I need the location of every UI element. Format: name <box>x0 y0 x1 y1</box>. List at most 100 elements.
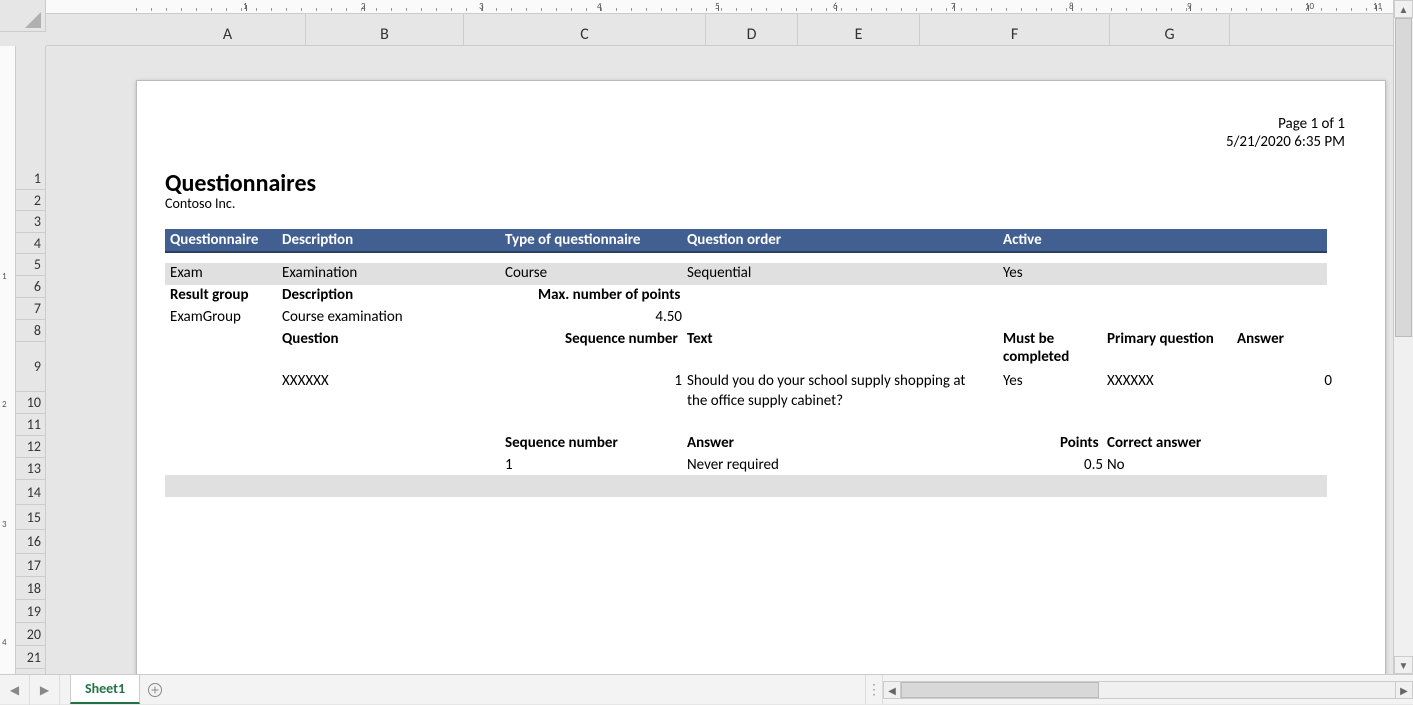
select-all-corner[interactable] <box>0 0 46 32</box>
column-header-G[interactable]: G <box>1110 14 1230 46</box>
column-header-F[interactable]: F <box>920 14 1110 46</box>
sheet-tab-bar: ◀ ▶ Sheet1 ⋮ ◀ ▶ <box>0 674 1413 704</box>
val-type: Course <box>505 264 547 282</box>
row-header-10[interactable]: 10 <box>16 392 45 414</box>
column-header-A[interactable]: A <box>150 14 306 46</box>
row-header-3[interactable]: 3 <box>16 211 45 233</box>
hdr-ans-seq: Sequence number <box>505 434 618 452</box>
scroll-down-button[interactable]: ▼ <box>1394 656 1413 674</box>
row-header-6[interactable]: 6 <box>16 276 45 298</box>
hdr-answer: Answer <box>1237 330 1284 348</box>
hdr-maxpoints: Max. number of points <box>538 286 680 304</box>
val-question: XXXXXX <box>282 372 329 390</box>
val-ans-points: 0.5 <box>1003 456 1103 474</box>
val-order: Sequential <box>687 264 751 282</box>
row-header-1[interactable]: 1 <box>16 168 45 190</box>
tab-split-handle[interactable]: ⋮ <box>865 675 883 704</box>
val-seqnum: 1 <box>565 372 682 390</box>
row-header-18[interactable]: 18 <box>16 577 45 600</box>
val-ans-answer: Never required <box>687 456 779 474</box>
row-header-21[interactable]: 21 <box>16 646 45 669</box>
val-ans-seq: 1 <box>505 456 513 474</box>
val-active: Yes <box>1003 264 1023 282</box>
add-sheet-button[interactable] <box>140 675 170 704</box>
row-header-13[interactable]: 13 <box>16 458 45 480</box>
tab-nav-prev[interactable]: ◀ <box>0 675 30 705</box>
report-company: Contoso Inc. <box>165 195 235 212</box>
val-answer: 0 <box>1237 372 1332 390</box>
row-headers: 12345678910111213141516171819202122 <box>16 46 46 674</box>
vertical-ruler: 1 2 3 4 <box>0 46 16 674</box>
plus-circle-icon <box>147 682 163 698</box>
footer-grey-row <box>165 475 1327 497</box>
hdr-result-description: Description <box>282 286 353 304</box>
val-primary: XXXXXX <box>1107 372 1154 390</box>
val-description: Examination <box>282 264 357 282</box>
hdr-ans-points: Points <box>1060 434 1099 452</box>
hdr-questionnaire: Questionnaire <box>170 231 258 249</box>
hdr-description: Description <box>282 231 353 249</box>
vruler-number: 3 <box>2 519 7 530</box>
val-result-group: ExamGroup <box>170 308 241 326</box>
hdr-order: Question order <box>687 231 781 249</box>
hdr-primary: Primary question <box>1107 330 1214 348</box>
row-header-7[interactable]: 7 <box>16 298 45 320</box>
row-header-15[interactable]: 15 <box>16 505 45 530</box>
tab-nav-next[interactable]: ▶ <box>30 675 60 705</box>
hscroll-track[interactable] <box>901 681 1395 699</box>
val-maxpoints: 4.50 <box>538 308 682 326</box>
column-header-E[interactable]: E <box>798 14 920 46</box>
row-header-19[interactable]: 19 <box>16 600 45 623</box>
vscroll-track[interactable] <box>1394 18 1413 656</box>
horizontal-ruler: 1234567891011 <box>46 0 1393 14</box>
hdr-active: Active <box>1003 231 1042 249</box>
hdr-type: Type of questionnaire <box>505 231 640 249</box>
row-header-4[interactable]: 4 <box>16 233 45 254</box>
report-title: Questionnaires <box>165 169 316 198</box>
row-header-12[interactable]: 12 <box>16 436 45 458</box>
row-header-17[interactable]: 17 <box>16 554 45 577</box>
questionnaire-header-row: Questionnaire Description Type of questi… <box>165 229 1327 253</box>
column-header-C[interactable]: C <box>464 14 706 46</box>
scroll-right-button[interactable]: ▶ <box>1395 681 1413 699</box>
hdr-ans-correct: Correct answer <box>1107 434 1201 452</box>
page-number-label: Page 1 of 1 <box>1226 115 1345 133</box>
hdr-text: Text <box>687 330 713 348</box>
hdr-result-group: Result group <box>170 286 249 304</box>
vruler-number: 4 <box>2 637 7 648</box>
hdr-ans-answer: Answer <box>687 434 734 452</box>
hscroll-thumb[interactable] <box>901 682 1099 698</box>
row-header-9[interactable]: 9 <box>16 342 45 392</box>
val-ans-correct: No <box>1107 456 1125 474</box>
val-text-l2: the office supply cabinet? <box>687 392 843 410</box>
hdr-question: Question <box>282 330 339 348</box>
row-header-5[interactable]: 5 <box>16 254 45 276</box>
row-header-2[interactable]: 2 <box>16 190 45 211</box>
page-preview: Page 1 of 1 5/21/2020 6:35 PM Questionna… <box>136 80 1386 674</box>
vertical-scrollbar[interactable]: ▲ ▼ <box>1393 0 1413 674</box>
scroll-left-button[interactable]: ◀ <box>883 681 901 699</box>
val-mustbe: Yes <box>1003 372 1023 390</box>
row-header-16[interactable]: 16 <box>16 530 45 554</box>
row-header-8[interactable]: 8 <box>16 320 45 342</box>
sheet-tab-sheet1[interactable]: Sheet1 <box>70 675 140 704</box>
vscroll-thumb[interactable] <box>1395 18 1412 337</box>
vruler-number: 2 <box>2 399 7 410</box>
row-header-20[interactable]: 20 <box>16 623 45 646</box>
row-header-14[interactable]: 14 <box>16 480 45 505</box>
questionnaire-row: Exam Examination Course Sequential Yes <box>165 263 1327 285</box>
worksheet-area[interactable]: Page 1 of 1 5/21/2020 6:35 PM Questionna… <box>46 46 1393 674</box>
row-header-11[interactable]: 11 <box>16 414 45 436</box>
vruler-number: 1 <box>2 271 7 282</box>
hdr-mustbe: Must be completed <box>1003 330 1103 366</box>
val-questionnaire: Exam <box>170 264 203 282</box>
val-result-description: Course examination <box>282 308 403 326</box>
column-header-D[interactable]: D <box>706 14 798 46</box>
page-datetime: 5/21/2020 6:35 PM <box>1226 133 1345 151</box>
hdr-seqnum: Sequence number <box>565 330 678 348</box>
column-header-B[interactable]: B <box>306 14 464 46</box>
horizontal-scrollbar[interactable]: ◀ ▶ <box>883 675 1413 705</box>
column-headers: ABCDEFG <box>46 14 1393 46</box>
val-text-l1: Should you do your school supply shoppin… <box>687 372 965 390</box>
scroll-up-button[interactable]: ▲ <box>1394 0 1413 18</box>
